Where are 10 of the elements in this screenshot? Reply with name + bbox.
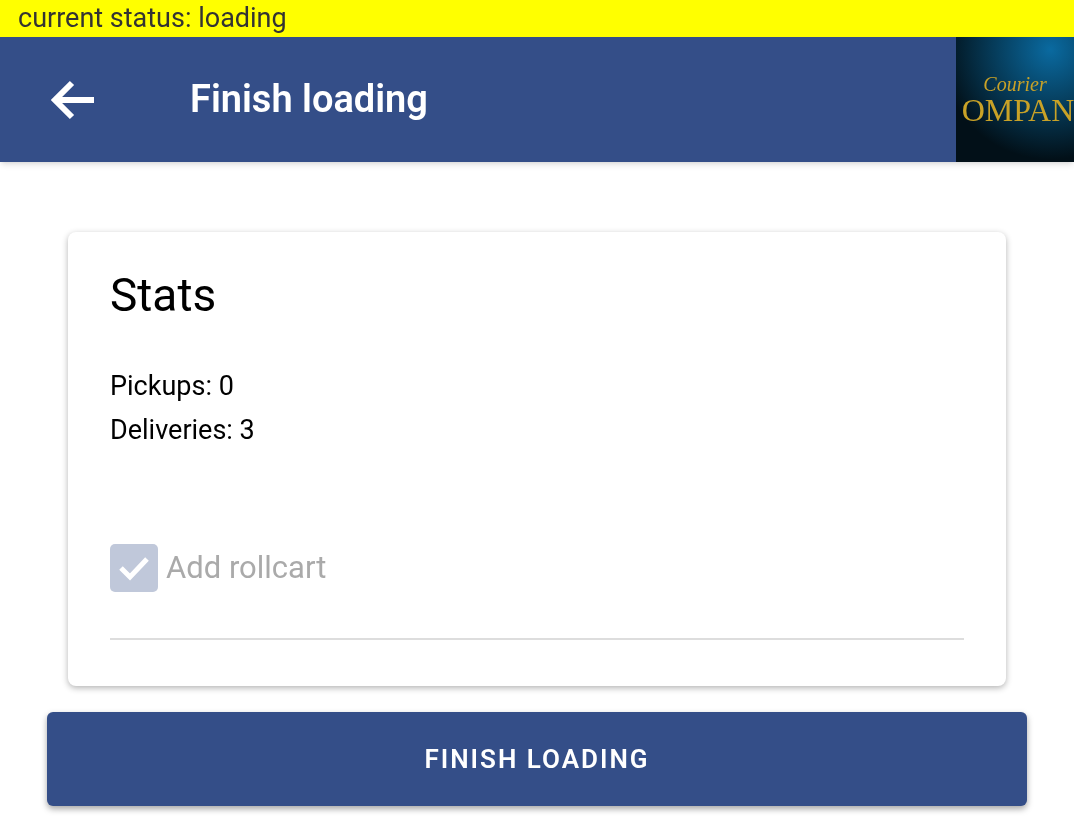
logo-text: OMPAN	[960, 93, 1074, 126]
card-title: Stats	[110, 268, 218, 322]
back-arrow-icon[interactable]	[50, 79, 96, 120]
logo-text: Courier	[983, 73, 1047, 94]
stat-line: Pickups: 0	[110, 369, 235, 404]
finish-loading-button[interactable]: FINISH LOADING	[47, 712, 1027, 806]
status-banner: current status: loading	[0, 0, 1074, 37]
checkbox-label: Add rollcart	[166, 547, 327, 588]
page-title: Finish loading	[190, 76, 428, 123]
stat-line: Deliveries: 3	[110, 413, 256, 448]
